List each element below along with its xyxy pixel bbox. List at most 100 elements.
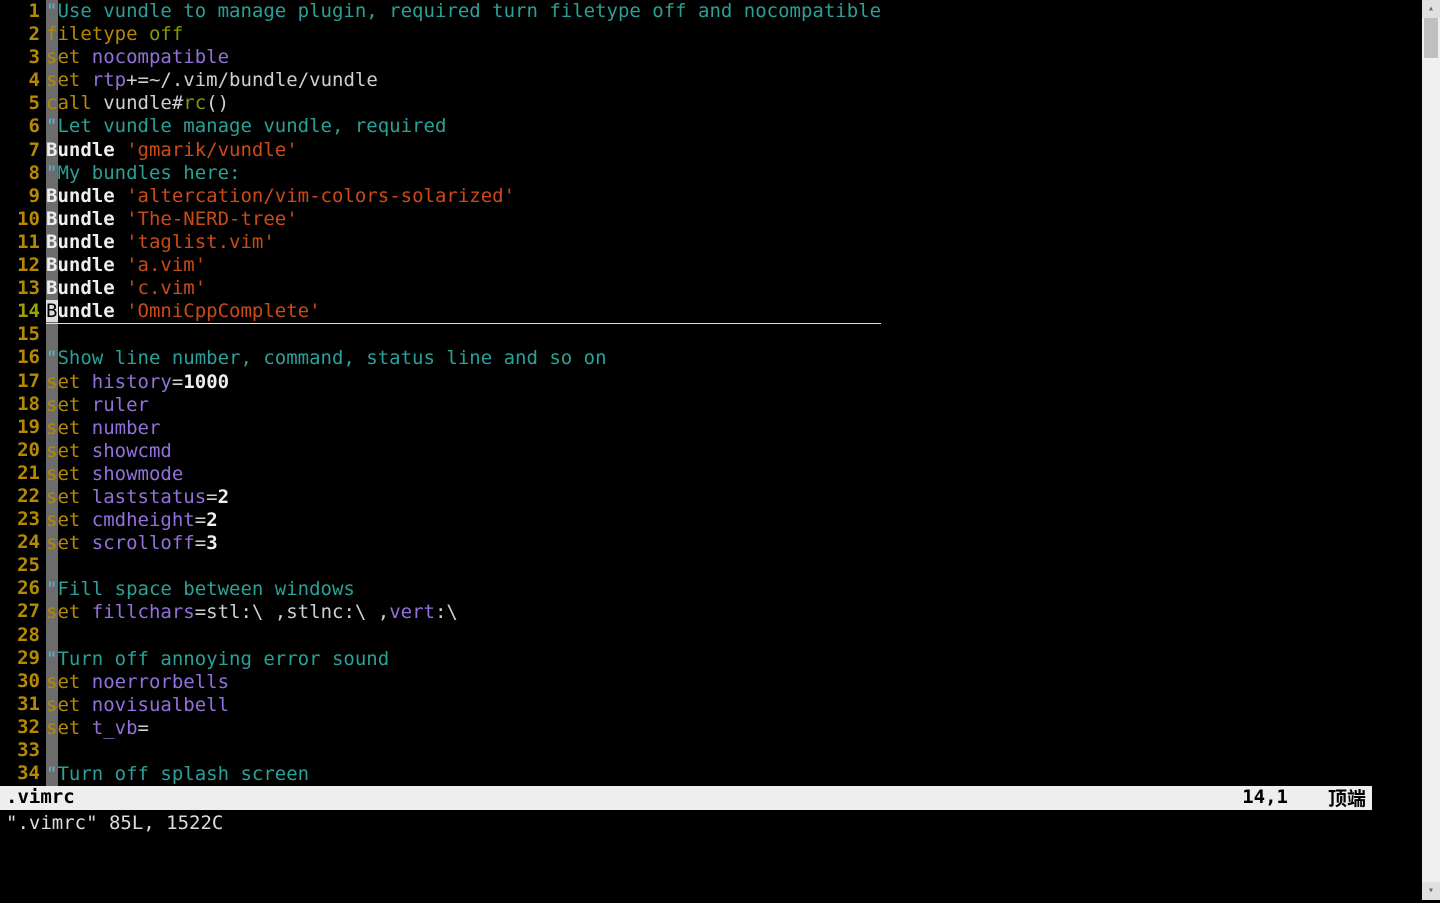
token-key: set (46, 486, 80, 508)
code-line[interactable]: call vundle#rc() (46, 92, 881, 115)
code-line[interactable]: set cmdheight=2 (46, 509, 881, 532)
line-number: 2 (0, 23, 46, 46)
token-comment: Show line number, command, status line a… (57, 347, 606, 369)
code-line[interactable]: set fillchars=stl:\ ,stlnc:\ ,vert:\ (46, 601, 881, 624)
line-number: 21 (0, 462, 46, 485)
token-text: :\ (435, 601, 469, 623)
code-line[interactable]: set rtp+=~/.vim/bundle/vundle (46, 69, 881, 92)
token-white: Bundle (46, 277, 115, 299)
code-line[interactable]: filetype off (46, 23, 881, 46)
token-white: 1000 (183, 371, 229, 393)
token-text (80, 532, 91, 554)
code-line[interactable]: "Turn off annoying error sound (46, 648, 881, 671)
token-comment: Turn off splash screen (57, 763, 309, 785)
token-white: 2 (206, 509, 217, 531)
token-opt: cmdheight (92, 509, 195, 531)
line-number: 32 (0, 716, 46, 739)
code-line[interactable]: "Let vundle manage vundle, required (46, 115, 881, 138)
code-line[interactable]: Bundle 'taglist.vim' (46, 231, 881, 254)
token-opt: history (92, 371, 172, 393)
line-number: 17 (0, 370, 46, 393)
scrollbar-thumb[interactable] (1424, 18, 1438, 58)
line-number: 3 (0, 46, 46, 69)
token-text (115, 185, 126, 207)
line-number: 25 (0, 554, 46, 577)
code-line[interactable]: "Show line number, command, status line … (46, 347, 881, 370)
token-text: vundle# (92, 92, 184, 114)
command-line[interactable]: ".vimrc" 85L, 1522C (0, 810, 1372, 900)
code-area[interactable]: "Use vundle to manage plugin, required t… (46, 0, 881, 786)
code-line[interactable]: set number (46, 417, 881, 440)
token-text (80, 394, 91, 416)
code-line[interactable]: "My bundles here: (46, 162, 881, 185)
scroll-up-button[interactable]: ▴ (1422, 0, 1440, 18)
code-line[interactable] (46, 625, 881, 648)
line-number: 15 (0, 323, 46, 346)
token-comment: Fill space between windows (57, 578, 354, 600)
token-string: 'The-NERD-tree' (126, 208, 298, 230)
line-number-gutter: 1234567891011121314151617181920212223242… (0, 0, 46, 785)
code-line[interactable]: set novisualbell (46, 694, 881, 717)
code-line[interactable]: set history=1000 (46, 371, 881, 394)
token-white: Bundle (46, 254, 115, 276)
line-number: 18 (0, 393, 46, 416)
editor-viewport[interactable]: 1234567891011121314151617181920212223242… (0, 0, 1372, 900)
token-opt: novisualbell (92, 694, 229, 716)
token-white: Bundle (46, 139, 115, 161)
code-line[interactable]: "Fill space between windows (46, 578, 881, 601)
code-line[interactable]: set ruler (46, 394, 881, 417)
token-string: 'OmniCppComplete' (126, 300, 320, 322)
token-opt: fillchars (92, 601, 195, 623)
token-key: set (46, 532, 80, 554)
code-line[interactable]: Bundle 'c.vim' (46, 277, 881, 300)
token-quote: " (46, 763, 57, 785)
token-white: 3 (206, 532, 217, 554)
token-key: set (46, 601, 80, 623)
code-line[interactable]: set scrolloff=3 (46, 532, 881, 555)
code-line[interactable] (46, 740, 881, 763)
token-quote: " (46, 115, 57, 137)
token-comment: Let vundle manage vundle, required (57, 115, 446, 137)
code-line[interactable]: set showmode (46, 463, 881, 486)
line-number: 1 (0, 0, 46, 23)
code-line[interactable] (46, 324, 881, 347)
code-line[interactable] (46, 555, 881, 578)
code-line[interactable]: set nocompatible (46, 46, 881, 69)
scrollbar-track[interactable] (1422, 18, 1440, 882)
token-text (80, 463, 91, 485)
token-key: set (46, 694, 80, 716)
code-line[interactable]: set showcmd (46, 440, 881, 463)
code-line[interactable]: Bundle 'OmniCppComplete'B (46, 300, 881, 324)
line-number: 16 (0, 346, 46, 369)
code-line[interactable]: set t_vb= (46, 717, 881, 740)
token-string: 'altercation/vim-colors-solarized' (126, 185, 515, 207)
token-quote: " (46, 347, 57, 369)
text-cursor: B (46, 300, 58, 322)
token-text: = (138, 717, 149, 739)
code-line[interactable]: "Use vundle to manage plugin, required t… (46, 0, 881, 23)
token-string: 'gmarik/vundle' (126, 139, 298, 161)
status-filename: .vimrc (6, 786, 75, 809)
code-line[interactable]: Bundle 'a.vim' (46, 254, 881, 277)
token-text: = (195, 509, 206, 531)
token-text (80, 46, 91, 68)
code-line[interactable]: "Turn off splash screen (46, 763, 881, 786)
status-scroll-label: 顶端 (1288, 786, 1366, 809)
code-line[interactable]: Bundle 'gmarik/vundle' (46, 139, 881, 162)
line-number: 19 (0, 416, 46, 439)
code-line[interactable]: set laststatus=2 (46, 486, 881, 509)
token-white: Bundle (46, 231, 115, 253)
token-quote: " (46, 162, 57, 184)
code-line[interactable]: Bundle 'The-NERD-tree' (46, 208, 881, 231)
vertical-scrollbar[interactable]: ▴ ▾ (1422, 0, 1440, 900)
code-line[interactable]: set noerrorbells (46, 671, 881, 694)
token-opt: number (92, 417, 161, 439)
code-line[interactable]: Bundle 'altercation/vim-colors-solarized… (46, 185, 881, 208)
line-number: 6 (0, 115, 46, 138)
token-quote: " (46, 648, 57, 670)
line-number: 29 (0, 647, 46, 670)
status-line: .vimrc 14,1 顶端 (0, 786, 1372, 810)
token-key: set (46, 671, 80, 693)
scroll-down-button[interactable]: ▾ (1422, 882, 1440, 900)
token-comment: Turn off annoying error sound (57, 648, 389, 670)
